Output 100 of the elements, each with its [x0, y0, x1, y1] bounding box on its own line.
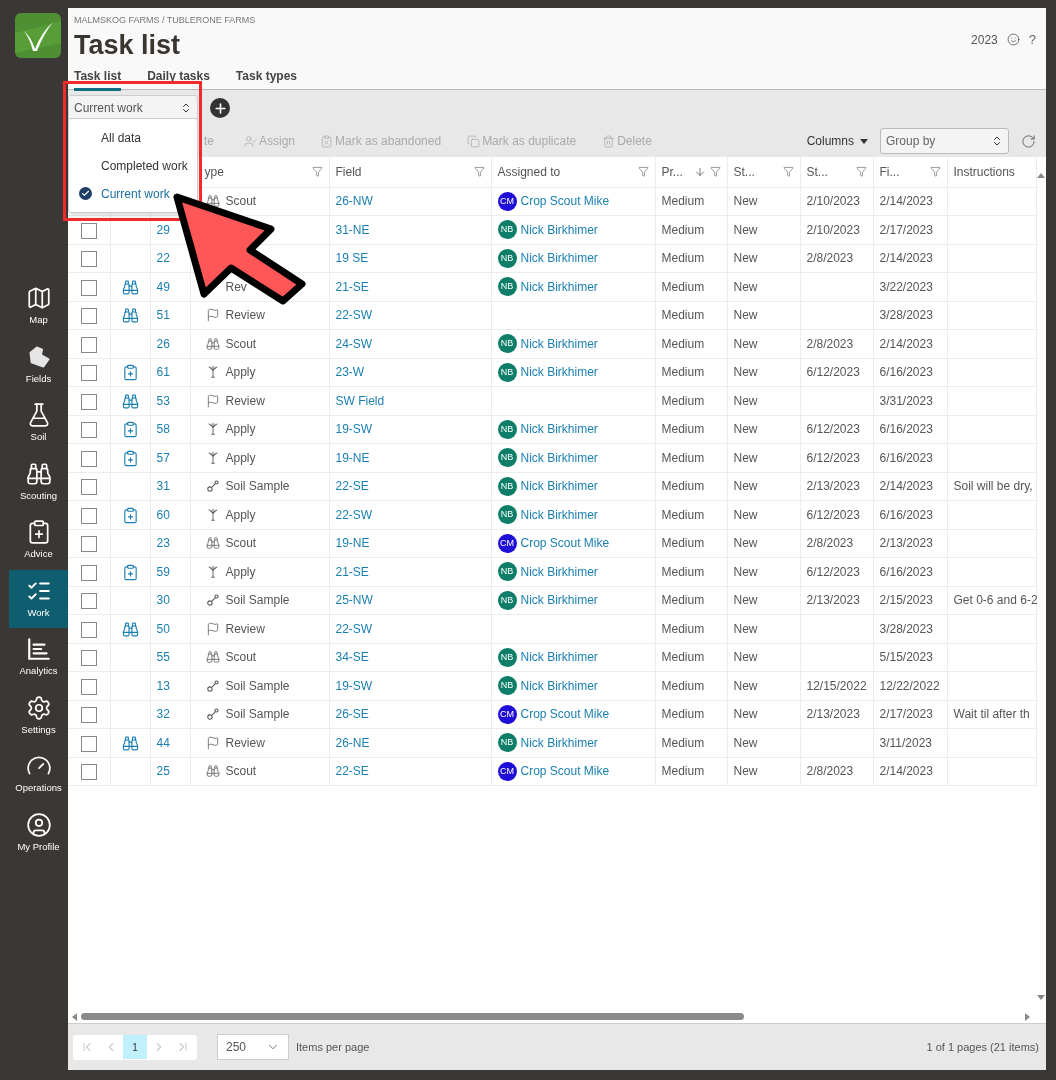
column-header[interactable]: ype	[204, 162, 224, 181]
task-id-link[interactable]: 13	[156, 678, 170, 693]
sidebar-item[interactable]: Soil	[9, 394, 68, 453]
field-link[interactable]: 22-SE	[335, 764, 369, 779]
filter-icon[interactable]	[709, 166, 721, 178]
row-checkbox[interactable]	[80, 707, 97, 724]
clipboard-icon[interactable]	[121, 563, 139, 581]
task-id-link[interactable]: 44	[156, 735, 170, 750]
tab[interactable]: Task types	[235, 66, 297, 91]
assignee-link[interactable]: Nick Birkhimer	[520, 334, 598, 353]
help-button[interactable]: ?	[1028, 30, 1036, 50]
task-id-link[interactable]: 29	[156, 222, 170, 237]
refresh-icon[interactable]	[1021, 133, 1036, 149]
task-id-link[interactable]: 50	[156, 621, 170, 636]
task-id-link[interactable]: 59	[156, 564, 170, 579]
task-id-link[interactable]: 57	[156, 450, 170, 465]
task-id-link[interactable]: 26	[156, 336, 170, 351]
sidebar-item[interactable]: Work	[9, 569, 68, 628]
task-id-link[interactable]: 51	[156, 308, 170, 323]
row-checkbox[interactable]	[80, 621, 97, 638]
assignee-link[interactable]: Nick Birkhimer	[520, 249, 598, 268]
page-button[interactable]: 1	[123, 1035, 147, 1059]
row-checkbox[interactable]	[80, 422, 97, 439]
assignee-link[interactable]: Nick Birkhimer	[520, 363, 598, 382]
field-link[interactable]: 22-SE	[335, 479, 369, 494]
column-header[interactable]: Field	[335, 162, 362, 181]
task-id-link[interactable]: 58	[156, 422, 170, 437]
field-link[interactable]: 19-SW	[335, 678, 373, 693]
dropdown-option[interactable]: Completed work	[69, 156, 189, 175]
sidebar-item[interactable]: Analytics	[9, 628, 68, 687]
page-size-select[interactable]: 250	[217, 1034, 289, 1060]
column-header[interactable]: Fi...	[879, 162, 900, 181]
field-link[interactable]: 19 SE	[335, 251, 369, 266]
field-link[interactable]: 24-SW	[335, 336, 373, 351]
row-checkbox[interactable]	[80, 222, 97, 239]
field-link[interactable]: 25-NW	[335, 593, 373, 608]
scroll-up-icon[interactable]	[1037, 173, 1045, 178]
row-checkbox[interactable]	[80, 336, 97, 353]
assignee-link[interactable]: Nick Birkhimer	[520, 676, 598, 695]
clipboard-icon[interactable]	[121, 364, 139, 382]
row-checkbox[interactable]	[80, 764, 97, 781]
row-checkbox[interactable]	[80, 393, 97, 410]
dropdown-option[interactable]: Current work	[69, 184, 171, 203]
task-id-link[interactable]: 55	[156, 650, 170, 665]
field-link[interactable]: SW Field	[335, 393, 385, 408]
binoculars-icon[interactable]	[121, 278, 139, 296]
view-select[interactable]: Current work	[68, 95, 198, 121]
row-checkbox[interactable]	[80, 564, 97, 581]
clipboard-icon[interactable]	[121, 421, 139, 439]
sidebar-item[interactable]: Advice	[9, 511, 68, 570]
task-id-link[interactable]: 53	[156, 393, 170, 408]
row-checkbox[interactable]	[80, 593, 97, 610]
task-id-link[interactable]: 25	[156, 764, 170, 779]
assignee-link[interactable]: Nick Birkhimer	[520, 562, 598, 581]
scroll-left-icon[interactable]	[72, 1012, 77, 1021]
task-id-link[interactable]: 31	[156, 479, 170, 494]
field-link[interactable]: 21-SE	[335, 564, 369, 579]
clipboard-icon[interactable]	[121, 449, 139, 467]
row-checkbox[interactable]	[80, 507, 97, 524]
column-header[interactable]: St...	[733, 162, 755, 181]
binoculars-icon[interactable]	[121, 392, 139, 410]
task-id-link[interactable]: 22	[156, 251, 170, 266]
assignee-link[interactable]: Crop Scout Mike	[520, 192, 610, 211]
task-id-link[interactable]: 49	[156, 279, 170, 294]
field-link[interactable]: 26-NE	[335, 735, 370, 750]
filter-icon[interactable]	[929, 166, 941, 178]
assignee-link[interactable]: Nick Birkhimer	[520, 477, 598, 496]
assignee-link[interactable]: Nick Birkhimer	[520, 420, 598, 439]
column-header[interactable]: Instructions	[953, 162, 1015, 181]
assignee-link[interactable]: Nick Birkhimer	[520, 505, 598, 524]
field-link[interactable]: 26-SE	[335, 707, 369, 722]
binoculars-icon[interactable]	[121, 620, 139, 638]
task-id-link[interactable]: 30	[156, 593, 170, 608]
filter-icon[interactable]	[855, 166, 867, 178]
binoculars-icon[interactable]	[121, 307, 139, 325]
binoculars-icon[interactable]	[121, 734, 139, 752]
row-checkbox[interactable]	[80, 251, 97, 268]
column-header[interactable]: Pr...	[661, 162, 683, 181]
column-header[interactable]: Assigned to	[497, 162, 561, 181]
row-checkbox[interactable]	[80, 650, 97, 667]
sidebar-item[interactable]: Scouting	[9, 452, 68, 511]
clipboard-icon[interactable]	[121, 506, 139, 524]
sidebar-item[interactable]: My Profile	[9, 803, 68, 862]
row-checkbox[interactable]	[80, 536, 97, 553]
task-id-link[interactable]: 60	[156, 507, 170, 522]
row-checkbox[interactable]	[80, 735, 97, 752]
row-checkbox[interactable]	[80, 479, 97, 496]
assignee-link[interactable]: Crop Scout Mike	[520, 762, 610, 781]
sidebar-item[interactable]: Settings	[9, 686, 68, 745]
sidebar-item[interactable]: Operations	[9, 745, 68, 804]
field-link[interactable]: 19-SW	[335, 422, 373, 437]
row-checkbox[interactable]	[80, 308, 97, 325]
field-link[interactable]: 22-SW	[335, 507, 373, 522]
smiley-icon[interactable]	[1006, 33, 1020, 47]
scrollbar-thumb[interactable]	[81, 1013, 744, 1020]
field-link[interactable]: 21-SE	[335, 279, 369, 294]
column-header[interactable]: St...	[806, 162, 828, 181]
sidebar-item[interactable]: Map	[9, 277, 68, 336]
filter-icon[interactable]	[637, 166, 649, 178]
tab[interactable]: Daily tasks	[147, 66, 210, 91]
